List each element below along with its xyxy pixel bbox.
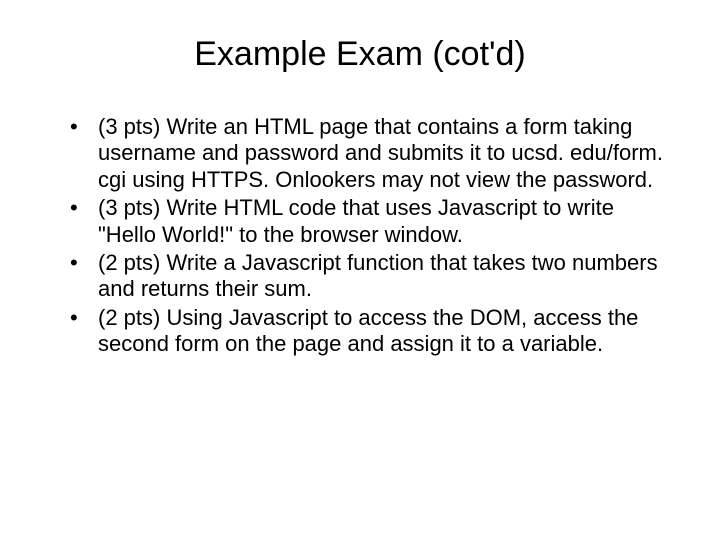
list-item: (3 pts) Write HTML code that uses Javasc… xyxy=(70,195,670,248)
list-item: (3 pts) Write an HTML page that contains… xyxy=(70,114,670,193)
list-item: (2 pts) Write a Javascript function that… xyxy=(70,250,670,303)
slide-title: Example Exam (cot'd) xyxy=(50,35,670,74)
bullet-list: (3 pts) Write an HTML page that contains… xyxy=(50,114,670,358)
list-item: (2 pts) Using Javascript to access the D… xyxy=(70,305,670,358)
